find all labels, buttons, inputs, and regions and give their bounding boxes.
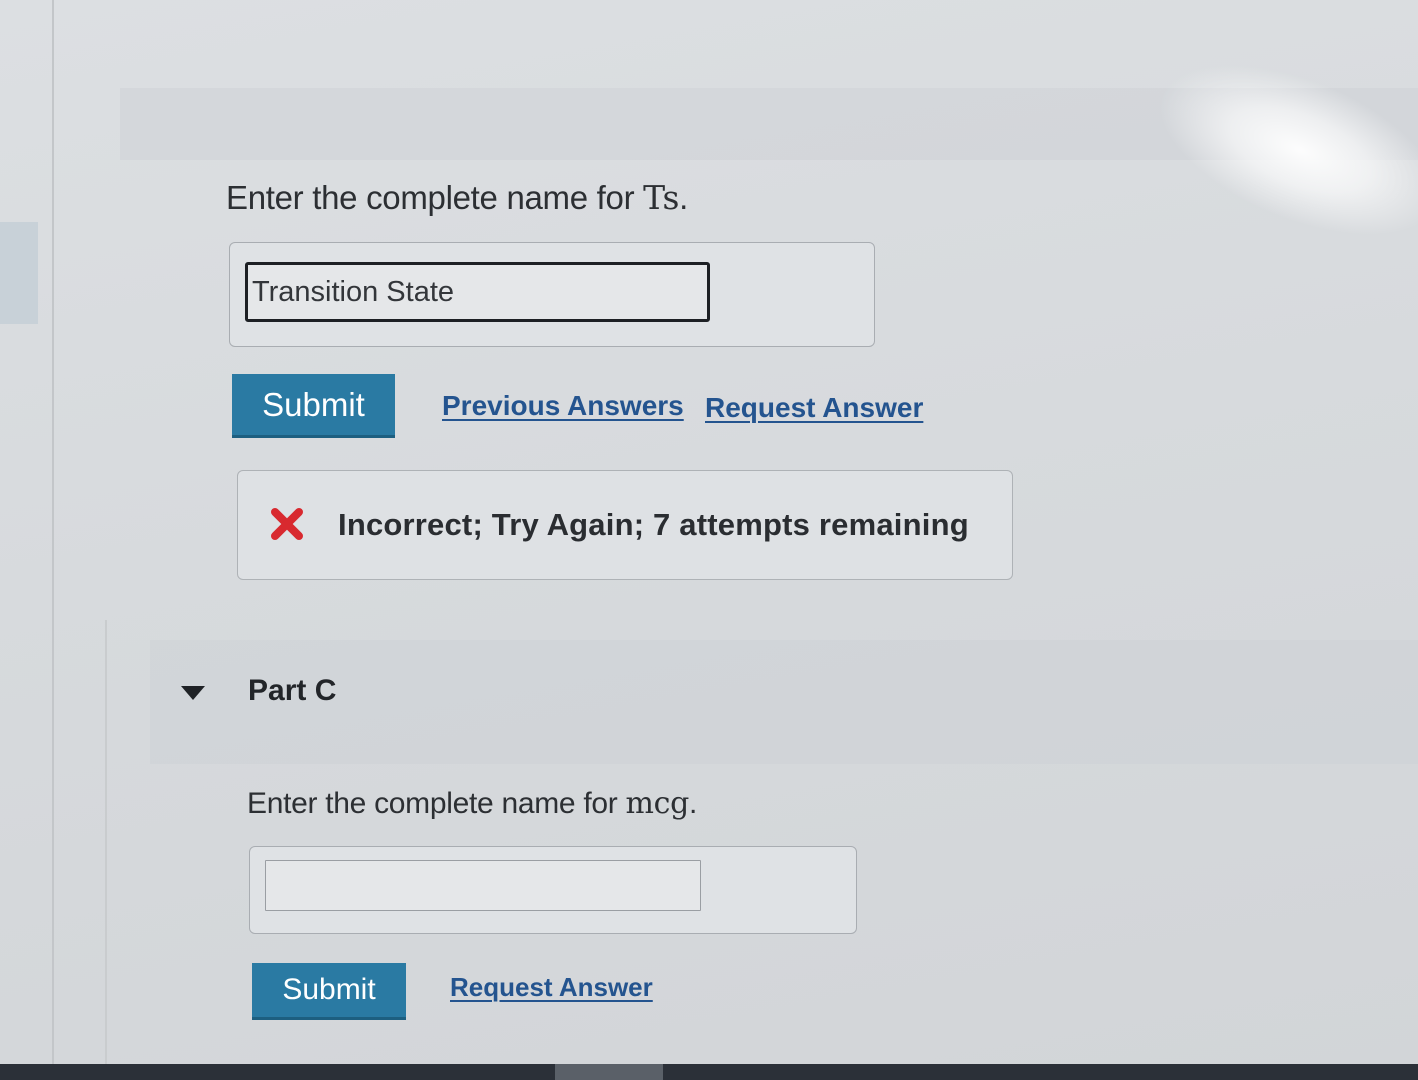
taskbar-item[interactable]: [555, 1064, 663, 1080]
feedback-box: Incorrect; Try Again; 7 attempts remaini…: [237, 470, 1013, 580]
part-b-prompt: Enter the complete name for Ts.: [226, 178, 688, 217]
prompt-text: Enter the complete name for: [247, 787, 626, 820]
prompt-symbol: mcg: [625, 786, 690, 821]
side-tab: [0, 222, 38, 324]
part-c-title: Part C: [248, 674, 337, 707]
prompt-symbol: Ts: [643, 178, 680, 217]
part-c-submit-button[interactable]: Submit: [252, 963, 406, 1020]
prompt-end: .: [689, 787, 698, 820]
previous-answers-link[interactable]: Previous Answers: [442, 390, 684, 422]
taskbar: [0, 1064, 1418, 1080]
feedback-text: Incorrect; Try Again; 7 attempts remaini…: [338, 507, 969, 542]
part-b-request-answer-link[interactable]: Request Answer: [705, 392, 923, 424]
part-c-prompt: Enter the complete name for mcg.: [247, 786, 697, 821]
inner-border: [105, 620, 107, 1080]
part-b-answer-box: [229, 242, 875, 347]
part-c-header[interactable]: Part C: [150, 640, 1418, 764]
part-b-answer-input[interactable]: [245, 262, 710, 322]
caret-down-icon[interactable]: [180, 685, 206, 701]
left-border: [52, 0, 54, 1080]
part-c-answer-input[interactable]: [265, 860, 701, 911]
prompt-end: .: [679, 179, 688, 216]
part-c-request-answer-link[interactable]: Request Answer: [450, 972, 653, 1003]
part-c-answer-box: [249, 846, 857, 934]
part-b-submit-button[interactable]: Submit: [232, 374, 395, 438]
x-icon: [271, 508, 303, 540]
prompt-text: Enter the complete name for: [226, 179, 644, 216]
